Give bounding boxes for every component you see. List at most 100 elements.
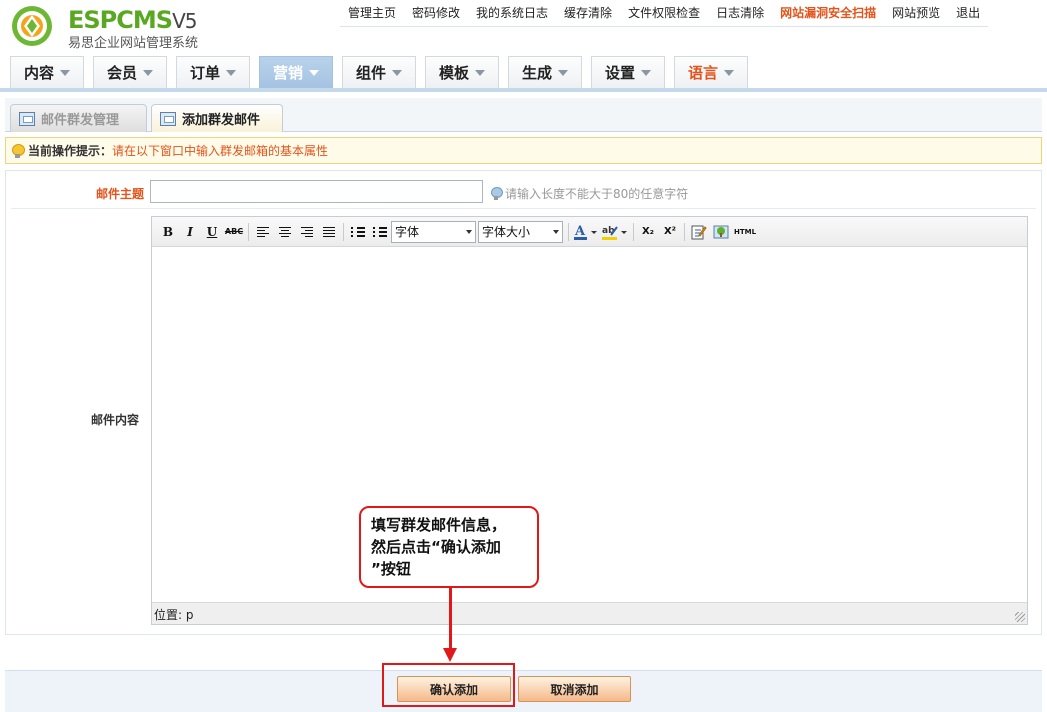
align-justify-button[interactable]: [318, 222, 340, 242]
bold-button[interactable]: B: [157, 222, 179, 242]
menu-content[interactable]: 内容: [10, 56, 84, 88]
highlight-color-icon: ab: [602, 226, 627, 240]
app-root: ESPCMSV5 易思企业网站管理系统 管理主页 密码修改 我的系统日志 缓存清…: [0, 0, 1047, 712]
top-nav-logout[interactable]: 退出: [948, 0, 988, 27]
logo-mark-icon: [12, 6, 52, 46]
italic-button[interactable]: I: [179, 222, 201, 242]
numbered-list-button[interactable]: [369, 222, 391, 242]
lightbulb-icon: [12, 143, 25, 158]
top-nav-password[interactable]: 密码修改: [404, 0, 468, 27]
callout-arrow-line: [449, 588, 452, 650]
menu-members[interactable]: 会员: [93, 56, 167, 88]
callout-line-3: ”按钮: [371, 560, 411, 578]
menu-label: 订单: [189, 64, 220, 82]
menu-orders[interactable]: 订单: [176, 56, 250, 88]
subscript-button[interactable]: X₂: [637, 222, 659, 242]
confirm-highlight-box: [382, 663, 515, 707]
align-right-icon: [301, 226, 313, 237]
top-nav-security-scan[interactable]: 网站漏洞安全扫描: [772, 0, 884, 27]
font-size-value: 字体大小: [482, 225, 531, 239]
menu-label: 设置: [604, 64, 635, 82]
align-left-button[interactable]: [252, 222, 274, 242]
subject-hint: 请输入长度不能大于80的任意字符: [491, 185, 688, 202]
cancel-add-button[interactable]: 取消添加: [518, 676, 631, 702]
edit-button[interactable]: [688, 222, 710, 242]
editor-statusbar: 位置: p: [152, 602, 1027, 624]
superscript-button[interactable]: X²: [659, 222, 681, 242]
toolbar-separator: [568, 222, 569, 241]
top-nav-my-logs[interactable]: 我的系统日志: [468, 0, 556, 27]
chevron-down-icon: [60, 69, 70, 76]
tab-email-manage[interactable]: 邮件群发管理: [10, 104, 147, 132]
menu-label: 模板: [438, 64, 469, 82]
logo-brand: ESPCMSV5: [68, 6, 197, 34]
edit-icon: [691, 225, 707, 239]
chevron-down-icon: [475, 69, 485, 76]
align-right-button[interactable]: [296, 222, 318, 242]
resize-grip-icon[interactable]: [1015, 612, 1025, 622]
chevron-down-icon: [392, 69, 402, 76]
chevron-down-icon: [724, 69, 734, 76]
top-nav-preview[interactable]: 网站预览: [884, 0, 948, 27]
svg-text:A: A: [574, 224, 586, 239]
top-nav-file-permission[interactable]: 文件权限检查: [620, 0, 708, 27]
menu-label: 会员: [106, 64, 137, 82]
top-nav-home[interactable]: 管理主页: [340, 0, 404, 27]
toolbar-separator: [343, 222, 344, 241]
strikethrough-button[interactable]: ABC: [223, 222, 245, 242]
menu-templates[interactable]: 模板: [425, 56, 499, 88]
insert-image-button[interactable]: [710, 222, 732, 242]
menu-label: 语言: [687, 64, 718, 82]
chevron-down-icon: [143, 69, 153, 76]
callout-line-1: 填写群发邮件信息，: [371, 516, 507, 534]
top-nav-clear-cache[interactable]: 缓存清除: [556, 0, 620, 27]
text-color-button[interactable]: A: [572, 222, 600, 242]
dropdown-arrow-icon: [553, 229, 559, 234]
editor-toolbar: B I U ABC 字体 字体大小 A ab X₂ X² HTML: [152, 217, 1027, 247]
font-family-value: 字体: [395, 225, 420, 239]
logo-subtitle: 易思企业网站管理系统: [68, 36, 199, 51]
html-source-button[interactable]: HTML: [732, 222, 758, 242]
menu-label: 营销: [272, 64, 303, 82]
bullet-list-button[interactable]: [347, 222, 369, 242]
menu-language[interactable]: 语言: [674, 56, 748, 88]
lightbulb-icon: [491, 187, 503, 200]
logo: ESPCMSV5 易思企业网站管理系统: [10, 4, 220, 51]
top-nav: 管理主页 密码修改 我的系统日志 缓存清除 文件权限检查 日志清除 网站漏洞安全…: [340, 0, 989, 27]
editor-path-label: 位置:: [154, 608, 183, 622]
bullet-list-icon: [351, 226, 365, 237]
menu-components[interactable]: 组件: [342, 56, 416, 88]
menu-label: 生成: [521, 64, 552, 82]
underline-button[interactable]: U: [201, 222, 223, 242]
editor-path-value: p: [185, 608, 194, 622]
rich-text-editor: B I U ABC 字体 字体大小 A ab X₂ X² HTML 位置: p: [151, 216, 1028, 625]
chevron-down-icon: [309, 69, 319, 76]
tab-add-email[interactable]: 添加群发邮件: [151, 104, 283, 132]
highlight-color-button[interactable]: ab: [600, 222, 630, 242]
menu-marketing[interactable]: 营销: [259, 56, 333, 88]
subject-row: 邮件主题 请输入长度不能大于80的任意字符: [11, 174, 1036, 209]
subject-hint-text: 请输入长度不能大于80的任意字符: [505, 187, 689, 201]
align-justify-icon: [323, 226, 335, 237]
menu-generate[interactable]: 生成: [508, 56, 582, 88]
subject-label: 邮件主题: [95, 187, 144, 201]
font-size-select[interactable]: 字体大小: [478, 220, 563, 243]
subject-input[interactable]: [150, 180, 483, 203]
menu-settings[interactable]: 设置: [591, 56, 665, 88]
top-nav-clear-logs[interactable]: 日志清除: [708, 0, 772, 27]
editor-content-area[interactable]: [152, 247, 1027, 602]
font-family-select[interactable]: 字体: [391, 220, 476, 243]
chevron-down-icon: [558, 69, 568, 76]
toolbar-separator: [684, 222, 685, 241]
menu-label: 组件: [355, 64, 386, 82]
chevron-down-icon: [641, 69, 651, 76]
window-icon: [19, 111, 35, 126]
tabs-bar: 邮件群发管理 添加群发邮件: [5, 98, 1042, 132]
operation-hint: 当前操作提示： 请在以下窗口中输入群发邮箱的基本属性: [5, 137, 1042, 164]
callout-line-2: 然后点击“确认添加: [371, 538, 501, 556]
content-label: 邮件内容: [90, 413, 139, 427]
chevron-down-icon: [226, 69, 236, 76]
align-center-button[interactable]: [274, 222, 296, 242]
instruction-callout: 填写群发邮件信息， 然后点击“确认添加 ”按钮: [359, 506, 539, 588]
logo-brand-version: V5: [172, 9, 197, 33]
